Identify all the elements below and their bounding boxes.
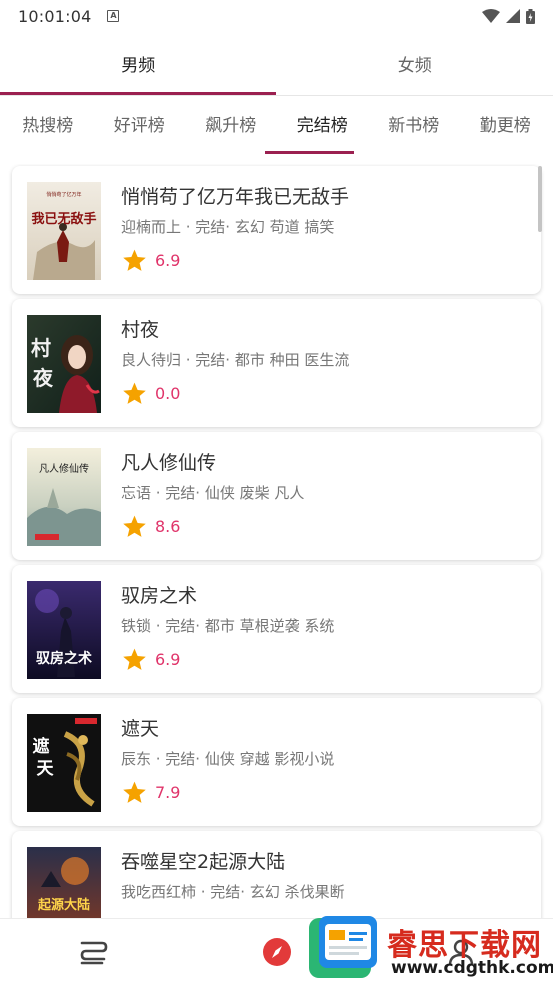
book-meta: 我吃西红柿 · 完结· 玄幻 杀伐果断: [121, 883, 345, 901]
svg-text:夜: 夜: [32, 366, 54, 390]
tab-male[interactable]: 男频: [0, 44, 277, 96]
svg-text:村: 村: [31, 336, 51, 360]
book-title: 村夜: [121, 319, 160, 341]
rating-score: 0.0: [155, 384, 181, 403]
tab-rising[interactable]: 飙升榜: [201, 100, 260, 154]
svg-text:驭房之术: 驭房之术: [36, 650, 92, 667]
book-title: 驭房之术: [121, 585, 198, 607]
watermark-logo-icon: [309, 916, 377, 978]
svg-text:悄悄苟了亿万年: 悄悄苟了亿万年: [46, 191, 81, 198]
book-meta: 迎楠而上 · 完结· 玄幻 苟道 搞笑: [121, 218, 335, 236]
svg-text:天: 天: [37, 759, 55, 779]
book-card[interactable]: 凡人修仙传 凡人修仙传 忘语 · 完结· 仙侠 废柴 凡人 8.6: [12, 432, 541, 560]
battery-icon: [526, 8, 535, 24]
book-meta: 辰东 · 完结· 仙侠 穿越 影视小说: [121, 750, 335, 768]
rating: 6.9: [122, 248, 180, 273]
star-icon: [123, 781, 146, 803]
rating: 0.0: [122, 381, 180, 406]
rating-score: 7.9: [155, 783, 181, 802]
bookshelf-icon[interactable]: [78, 939, 108, 967]
tab-frequent-updates[interactable]: 勤更榜: [476, 100, 535, 154]
book-title: 凡人修仙传: [121, 452, 217, 474]
book-card[interactable]: 遮 天 遮天 辰东 · 完结· 仙侠 穿越 影视小说 7.9: [12, 698, 541, 826]
rating-score: 6.9: [155, 650, 181, 669]
star-icon: [123, 648, 146, 670]
star-icon: [123, 249, 146, 271]
tab-hot-search[interactable]: 热搜榜: [18, 100, 77, 154]
star-icon: [123, 382, 146, 404]
tab-top-rated[interactable]: 好评榜: [110, 100, 169, 154]
book-title: 遮天: [121, 718, 160, 740]
tab-female[interactable]: 女频: [277, 44, 553, 96]
book-cover: 起源大陆: [27, 847, 101, 918]
svg-text:我已无敌手: 我已无敌手: [31, 211, 96, 227]
star-icon: [123, 515, 146, 537]
rank-tab-indicator: [265, 151, 354, 154]
status-icons: [482, 8, 535, 24]
book-meta: 良人待归 · 完结· 都市 种田 医生流: [121, 351, 350, 369]
signal-icon: [506, 9, 520, 23]
compass-icon[interactable]: [262, 937, 292, 967]
book-cover: 我已无敌手 悄悄苟了亿万年: [27, 182, 101, 280]
watermark-url: www.cdgthk.com: [391, 958, 553, 978]
divider: [0, 95, 553, 96]
rating: 6.9: [122, 647, 180, 672]
status-bar: 10:01:04 A: [0, 0, 553, 32]
rating: 7.9: [122, 780, 180, 805]
book-list[interactable]: 我已无敌手 悄悄苟了亿万年 悄悄苟了亿万年我已无敌手 迎楠而上 · 完结· 玄幻…: [0, 164, 553, 918]
book-card[interactable]: 起源大陆 吞噬星空2起源大陆 我吃西红柿 · 完结· 玄幻 杀伐果断: [12, 831, 541, 918]
book-cover: 村 夜: [27, 315, 101, 413]
svg-text:遮: 遮: [33, 736, 50, 757]
book-cover: 驭房之术: [27, 581, 101, 679]
book-card[interactable]: 驭房之术 驭房之术 铁锁 · 完结· 都市 草根逆袭 系统 6.9: [12, 565, 541, 693]
status-time: 10:01:04: [18, 6, 92, 26]
book-meta: 忘语 · 完结· 仙侠 废柴 凡人: [121, 484, 305, 502]
book-card[interactable]: 村 夜 村夜 良人待归 · 完结· 都市 种田 医生流 0.0: [12, 299, 541, 427]
rating: 8.6: [122, 514, 180, 539]
watermark: 睿思下载网 www.cdgthk.com: [305, 908, 553, 984]
svg-text:起源大陆: 起源大陆: [37, 897, 90, 913]
tab-completed[interactable]: 完结榜: [293, 100, 352, 154]
book-cover: 遮 天: [27, 714, 101, 812]
book-card[interactable]: 我已无敌手 悄悄苟了亿万年 悄悄苟了亿万年我已无敌手 迎楠而上 · 完结· 玄幻…: [12, 166, 541, 294]
svg-text:凡人修仙传: 凡人修仙传: [39, 462, 89, 475]
rank-tabs: 热搜榜 好评榜 飙升榜 完结榜 新书榜 勤更榜: [0, 100, 553, 154]
book-cover: 凡人修仙传: [27, 448, 101, 546]
book-title: 悄悄苟了亿万年我已无敌手: [121, 186, 350, 208]
scrollbar[interactable]: [538, 166, 542, 232]
tab-new-books[interactable]: 新书榜: [384, 100, 443, 154]
rating-score: 6.9: [155, 251, 181, 270]
rating-score: 8.6: [155, 517, 181, 536]
book-meta: 铁锁 · 完结· 都市 草根逆袭 系统: [121, 617, 335, 635]
wifi-icon: [482, 9, 500, 23]
text-a-icon: A: [107, 10, 120, 22]
gender-tabs: 男频 女频: [0, 44, 553, 96]
book-title: 吞噬星空2起源大陆: [121, 851, 286, 873]
